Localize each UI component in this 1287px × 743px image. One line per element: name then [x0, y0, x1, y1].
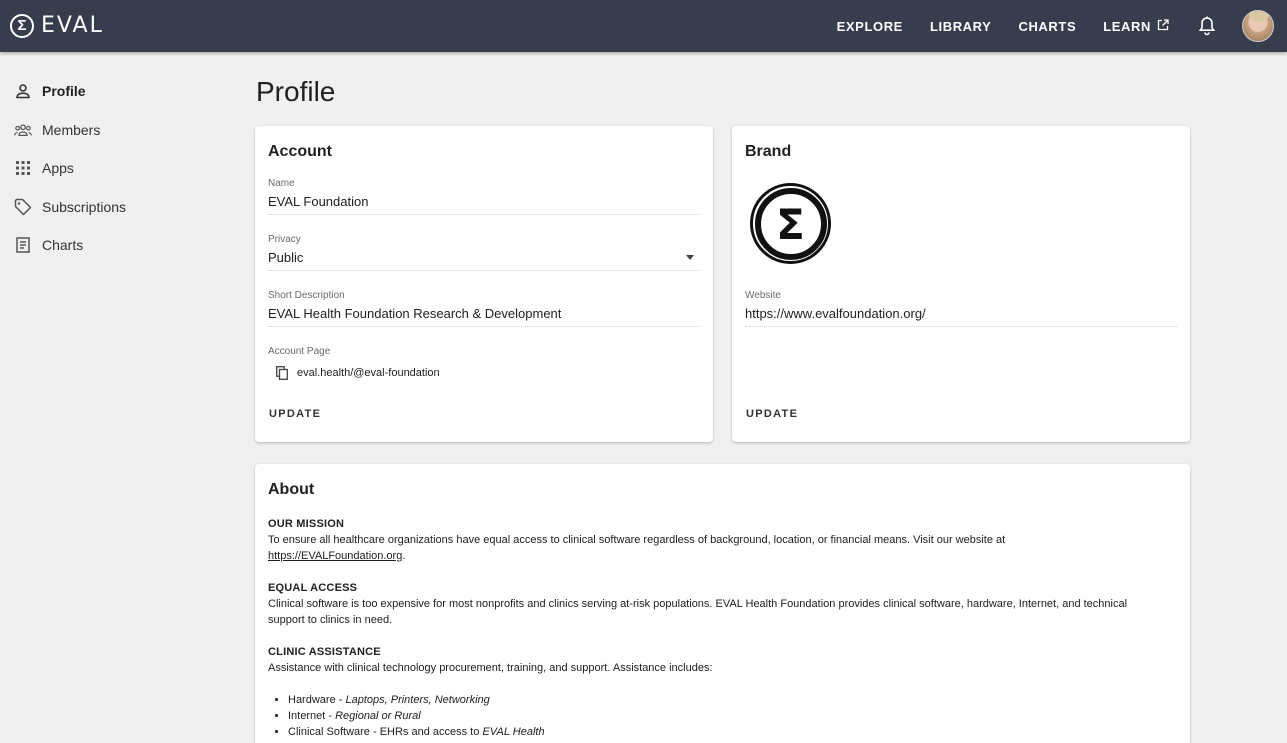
brand-update-button[interactable]: UPDATE: [746, 408, 798, 420]
logo-text: EVAL: [41, 13, 104, 38]
sigma-icon: Σ: [754, 187, 827, 260]
user-avatar[interactable]: [1242, 10, 1274, 42]
name-label: Name: [268, 178, 295, 189]
nav-explore[interactable]: EXPLORE: [837, 19, 903, 34]
nav-learn[interactable]: LEARN: [1103, 19, 1169, 34]
assistance-list: Hardware - Laptops, Printers, Networking…: [268, 692, 1150, 740]
nav-charts[interactable]: CHARTS: [1018, 19, 1076, 34]
name-field[interactable]: Name EVAL Foundation: [268, 178, 700, 215]
sidebar-item-label: Members: [42, 121, 101, 138]
tag-icon: [14, 198, 32, 216]
privacy-select[interactable]: Privacy Public: [268, 234, 700, 271]
account-card-title: Account: [268, 143, 332, 160]
list-item: Internet - Regional or Rural: [288, 708, 1150, 724]
about-content: OUR MISSION To ensure all healthcare org…: [268, 516, 1150, 740]
dropdown-caret-icon: [686, 255, 694, 260]
sidebar-item-charts[interactable]: Charts: [0, 226, 230, 265]
notifications-bell-icon[interactable]: [1198, 16, 1216, 36]
list-item: Clinical Software - EHRs and access to E…: [288, 724, 1150, 740]
website-field[interactable]: Website https://www.evalfoundation.org/: [745, 290, 1177, 327]
account-page-value: eval.health/@eval-foundation: [297, 367, 440, 379]
website-value: https://www.evalfoundation.org/: [745, 306, 926, 321]
brand-card-title: Brand: [745, 143, 792, 160]
mission-heading: OUR MISSION: [268, 518, 345, 530]
privacy-label: Privacy: [268, 234, 301, 245]
mission-text: To ensure all healthcare organizations h…: [268, 534, 1006, 546]
sigma-logo-icon: Σ: [10, 13, 34, 38]
nav-learn-label: LEARN: [1103, 18, 1151, 34]
sidebar: Profile Members Apps Subscriptions Chart…: [0, 72, 230, 265]
top-nav: EXPLORE LIBRARY CHARTS LEARN: [837, 0, 1287, 52]
account-update-button[interactable]: UPDATE: [269, 408, 321, 420]
sidebar-item-members[interactable]: Members: [0, 111, 230, 150]
sidebar-item-apps[interactable]: Apps: [0, 149, 230, 188]
equal-access-text: Clinical software is too expensive for m…: [268, 598, 1128, 626]
account-card: Account Name EVAL Foundation Privacy Pub…: [255, 126, 713, 442]
grid-icon: [14, 159, 32, 177]
foundation-website-link[interactable]: https://EVALFoundation.org: [268, 550, 402, 562]
sidebar-item-label: Profile: [42, 83, 86, 100]
list-item: Hardware - Laptops, Printers, Networking: [288, 692, 1150, 708]
about-card-title: About: [268, 481, 315, 498]
name-value: EVAL Foundation: [268, 194, 369, 209]
group-icon: [14, 121, 32, 139]
brand-logo-image[interactable]: Σ: [750, 183, 831, 264]
sidebar-item-subscriptions[interactable]: Subscriptions: [0, 188, 230, 227]
nav-library[interactable]: LIBRARY: [930, 19, 992, 34]
sidebar-item-label: Apps: [42, 160, 74, 177]
top-app-bar: Σ EVAL EXPLORE LIBRARY CHARTS LEARN: [0, 0, 1287, 52]
brand-card: Brand Σ Website https://www.evalfoundati…: [732, 126, 1190, 442]
equal-access-heading: EQUAL ACCESS: [268, 582, 358, 594]
eval-logo[interactable]: Σ EVAL: [10, 13, 104, 38]
website-label: Website: [745, 290, 781, 301]
sidebar-item-profile[interactable]: Profile: [0, 72, 230, 111]
clinic-assistance-text: Assistance with clinical technology proc…: [268, 662, 713, 674]
mission-end: .: [402, 550, 406, 562]
person-icon: [14, 82, 32, 100]
sidebar-item-label: Charts: [42, 237, 84, 254]
privacy-value: Public: [268, 250, 304, 265]
about-card: About OUR MISSION To ensure all healthca…: [255, 464, 1190, 743]
clinic-assistance-heading: CLINIC ASSISTANCE: [268, 646, 381, 658]
short-description-label: Short Description: [268, 290, 345, 301]
short-description-value: EVAL Health Foundation Research & Develo…: [268, 306, 562, 321]
account-page-label: Account Page: [268, 346, 331, 357]
sidebar-item-label: Subscriptions: [42, 198, 127, 215]
page-title: Profile: [256, 76, 336, 107]
account-page-link[interactable]: eval.health/@eval-foundation: [276, 366, 440, 380]
document-icon: [14, 236, 32, 254]
external-link-icon: [1157, 18, 1169, 34]
short-description-field[interactable]: Short Description EVAL Health Foundation…: [268, 290, 700, 327]
copy-icon[interactable]: [276, 366, 288, 380]
